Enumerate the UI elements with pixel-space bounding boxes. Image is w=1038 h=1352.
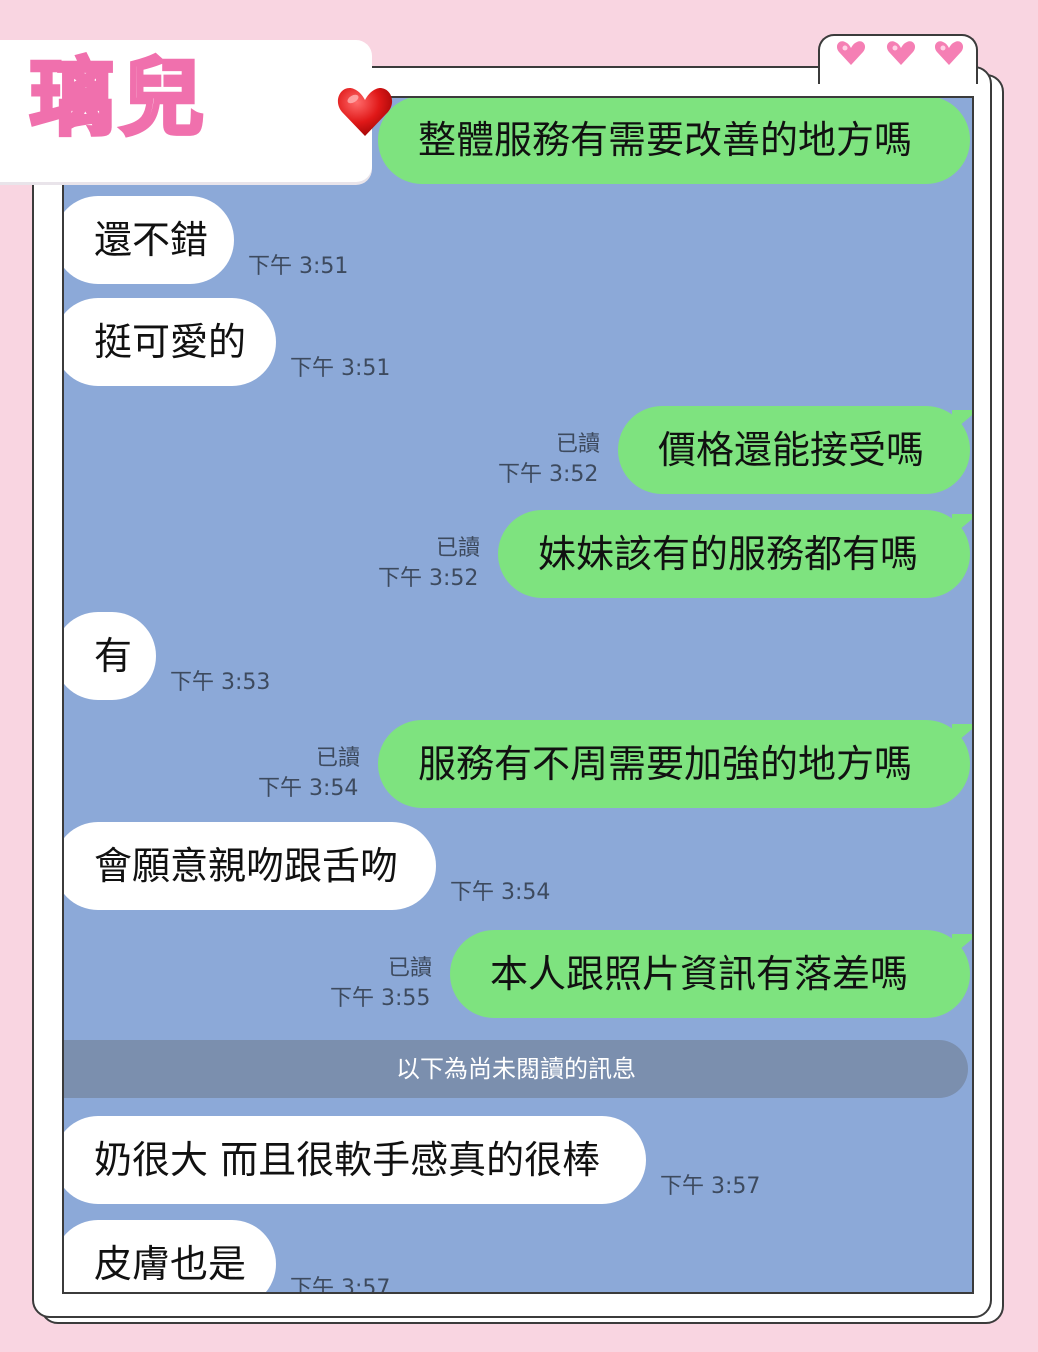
heart-icon [934,41,964,65]
outgoing-message: 妹妹該有的服務都有嗎 [498,510,970,598]
heart-icon [886,41,916,65]
message-time: 下午 3:55 [330,986,431,1011]
incoming-message: 挺可愛的 [64,298,276,386]
read-receipt: 已讀 [388,956,433,981]
message-time: 下午 3:54 [450,880,551,905]
message-time: 下午 3:54 [258,776,359,801]
outgoing-message: 本人跟照片資訊有落差嗎 [450,930,970,1018]
unread-divider: 以下為尚未閱讀的訊息 [64,1040,968,1098]
contact-name: 璃兒 [28,49,211,147]
incoming-message: 還不錯 [64,196,234,284]
incoming-message: 會願意親吻跟舌吻 [64,822,436,910]
outgoing-message: 服務有不周需要加強的地方嗎 [378,720,970,808]
message-time: 下午 3:53 [170,670,271,695]
message-time: 下午 3:52 [378,566,479,591]
incoming-message: 皮膚也是 [64,1220,276,1292]
read-receipt: 已讀 [556,432,601,457]
outgoing-message: 價格還能接受嗎 [618,406,970,494]
message-time: 下午 3:51 [248,254,349,279]
incoming-message: 有 [64,612,156,700]
read-receipt: 已讀 [316,746,361,771]
outgoing-message: 整體服務有需要改善的地方嗎 [378,98,970,184]
heart-icon [836,41,866,65]
chat-screenshot: 整體服務有需要改善的地方嗎 還不錯 下午 3:51 挺可愛的 下午 3:51 已… [62,96,974,1294]
incoming-message: 奶很大 而且很軟手感真的很棒 [64,1116,646,1204]
message-time: 下午 3:51 [290,356,391,381]
red-heart-icon [337,88,393,136]
message-time: 下午 3:57 [660,1174,761,1199]
message-time: 下午 3:52 [498,462,599,487]
message-time: 下午 3:57 [290,1276,391,1294]
read-receipt: 已讀 [436,536,481,561]
